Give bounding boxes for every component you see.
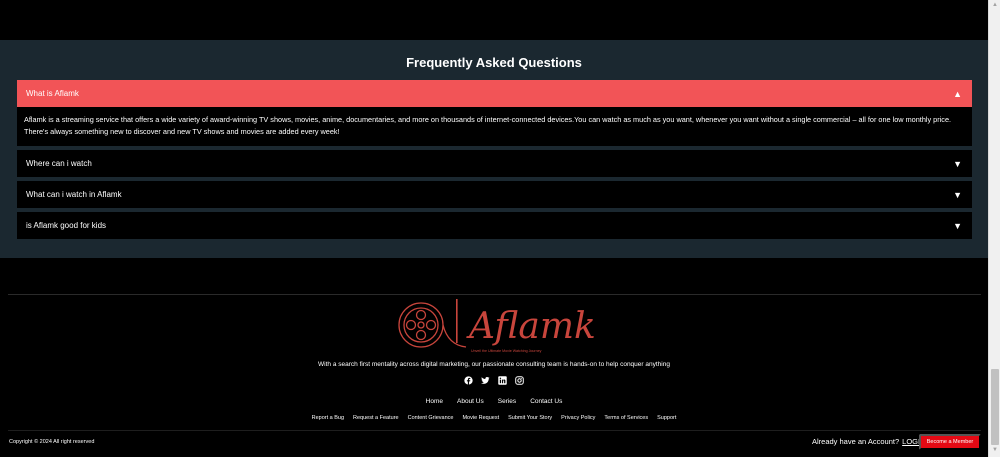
nav-series-link[interactable]: Series [498,398,516,405]
faq-question-label: What can i watch in Aflamk [26,190,122,199]
account-prompt-text: Already have an Account? [812,437,900,446]
faq-question-label: Where can i watch [26,159,92,168]
scrollbar-thumb[interactable] [991,369,999,445]
twitter-icon[interactable] [481,376,490,385]
faq-section: Frequently Asked Questions What is Aflam… [0,40,988,258]
terms-link[interactable]: Terms of Services [604,415,648,421]
facebook-icon[interactable] [464,376,473,385]
chevron-down-icon: ▼ [953,189,962,200]
scrollbar[interactable]: ▲ ▼ [988,0,1000,457]
content-grievance-link[interactable]: Content Grievance [408,415,454,421]
linkedin-icon[interactable] [498,376,507,385]
faq-question-button[interactable]: Where can i watch ▼ [17,150,972,177]
nav-home-link[interactable]: Home [426,398,443,405]
instagram-icon[interactable] [515,376,524,385]
faq-item: What is Aflamk ▲ Aflamk is a streaming s… [17,80,972,146]
faq-question-label: What is Aflamk [26,89,79,98]
movie-request-link[interactable]: Movie Request [462,415,499,421]
become-member-button[interactable]: Become a Member [919,434,981,450]
logo-subtitle: Unveil the Ultimate Movie Watching Journ… [471,349,542,353]
footer-tagline: With a search first mentality across dig… [318,361,670,368]
faq-item: What can i watch in Aflamk ▼ [17,181,972,208]
aflamk-logo[interactable]: Aflamk Unveil the Ultimate Movie Watchin… [396,295,596,355]
scroll-down-icon[interactable]: ▼ [992,447,998,453]
report-bug-link[interactable]: Report a Bug [312,415,344,421]
chevron-down-icon: ▼ [953,158,962,169]
faq-question-label: is Aflamk good for kids [26,221,107,230]
faq-title: Frequently Asked Questions [406,55,582,70]
faq-question-button[interactable]: What is Aflamk ▲ [17,80,972,107]
request-feature-link[interactable]: Request a Feature [353,415,399,421]
chevron-up-icon: ▲ [953,88,962,99]
privacy-policy-link[interactable]: Privacy Policy [561,415,595,421]
footer: Aflamk Unveil the Ultimate Movie Watchin… [0,258,988,457]
faq-item: Where can i watch ▼ [17,150,972,177]
logo-wordmark: Aflamk [466,306,596,347]
top-black-band [0,0,988,40]
faq-answer: Aflamk is a streaming service that offer… [17,107,972,146]
account-prompt: Already have an Account? LOGIN [812,437,926,446]
chevron-down-icon: ▼ [953,220,962,231]
film-reel-icon [398,302,467,348]
nav-about-link[interactable]: About Us [457,398,484,405]
faq-item: is Aflamk good for kids ▼ [17,212,972,239]
footer-secondary-links: Report a Bug Request a Feature Content G… [0,415,988,421]
faq-question-button[interactable]: is Aflamk good for kids ▼ [17,212,972,239]
submit-story-link[interactable]: Submit Your Story [508,415,552,421]
social-links [0,376,988,385]
footer-bottom-divider [8,430,981,431]
scroll-up-icon[interactable]: ▲ [992,2,998,8]
page: Frequently Asked Questions What is Aflam… [0,0,1000,457]
nav-contact-link[interactable]: Contact Us [530,398,562,405]
support-link[interactable]: Support [657,415,676,421]
footer-nav: Home About Us Series Contact Us [0,398,988,405]
faq-question-button[interactable]: What can i watch in Aflamk ▼ [17,181,972,208]
logo-separator [456,299,458,343]
copyright-text: Copyright © 2024 All right reserved [9,439,95,445]
faq-list: What is Aflamk ▲ Aflamk is a streaming s… [17,80,972,243]
